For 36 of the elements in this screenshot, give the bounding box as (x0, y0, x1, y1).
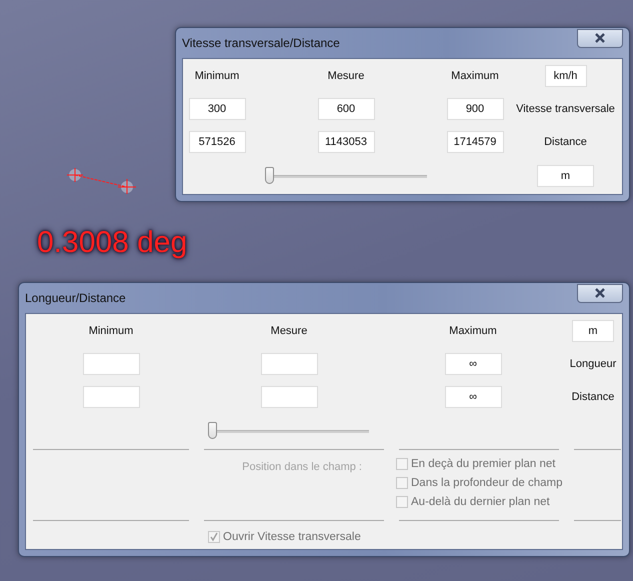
value-field[interactable] (260, 386, 318, 408)
position-label: Position dans le champ : (241, 460, 363, 475)
value-field[interactable] (82, 353, 140, 375)
column-header: Minimum (88, 325, 134, 337)
value-field[interactable] (82, 386, 140, 408)
row-label: Distance (544, 136, 587, 148)
value-field[interactable]: ∞ (444, 353, 502, 375)
column-header: Mesure (270, 325, 308, 337)
angle-reading: 0.3008 deg (37, 226, 188, 260)
value-field[interactable]: 300 (188, 98, 246, 120)
value-field[interactable]: 1714579 (446, 131, 504, 153)
value-field[interactable]: 571526 (188, 131, 246, 153)
check-icon (209, 532, 219, 542)
close-icon (594, 288, 606, 298)
row-label: Vitesse transversale (516, 103, 615, 115)
slider-thumb[interactable] (208, 422, 217, 439)
row-label: Distance (572, 391, 614, 403)
column-header: Maximum (451, 70, 499, 82)
value-field[interactable]: 1143053 (318, 131, 374, 153)
slider-thumb[interactable] (265, 167, 274, 184)
unit-field[interactable]: km/h (544, 65, 586, 87)
column-header: Minimum (194, 70, 240, 82)
value-field[interactable] (260, 353, 318, 375)
close-button[interactable] (577, 28, 623, 48)
column-header: Mesure (328, 70, 364, 82)
row-label: Longueur (570, 358, 616, 370)
close-icon (594, 33, 606, 43)
unit-field[interactable]: m (537, 165, 594, 187)
value-field[interactable]: ∞ (444, 386, 502, 408)
unit-field[interactable]: m (572, 320, 614, 342)
close-button[interactable] (577, 284, 623, 302)
window-title: Longueur/Distance (25, 291, 126, 305)
column-header: Maximum (449, 325, 497, 337)
value-field[interactable]: 900 (446, 98, 504, 120)
value-field[interactable]: 600 (318, 98, 374, 120)
window-title: Vitesse transversale/Distance (182, 36, 340, 50)
